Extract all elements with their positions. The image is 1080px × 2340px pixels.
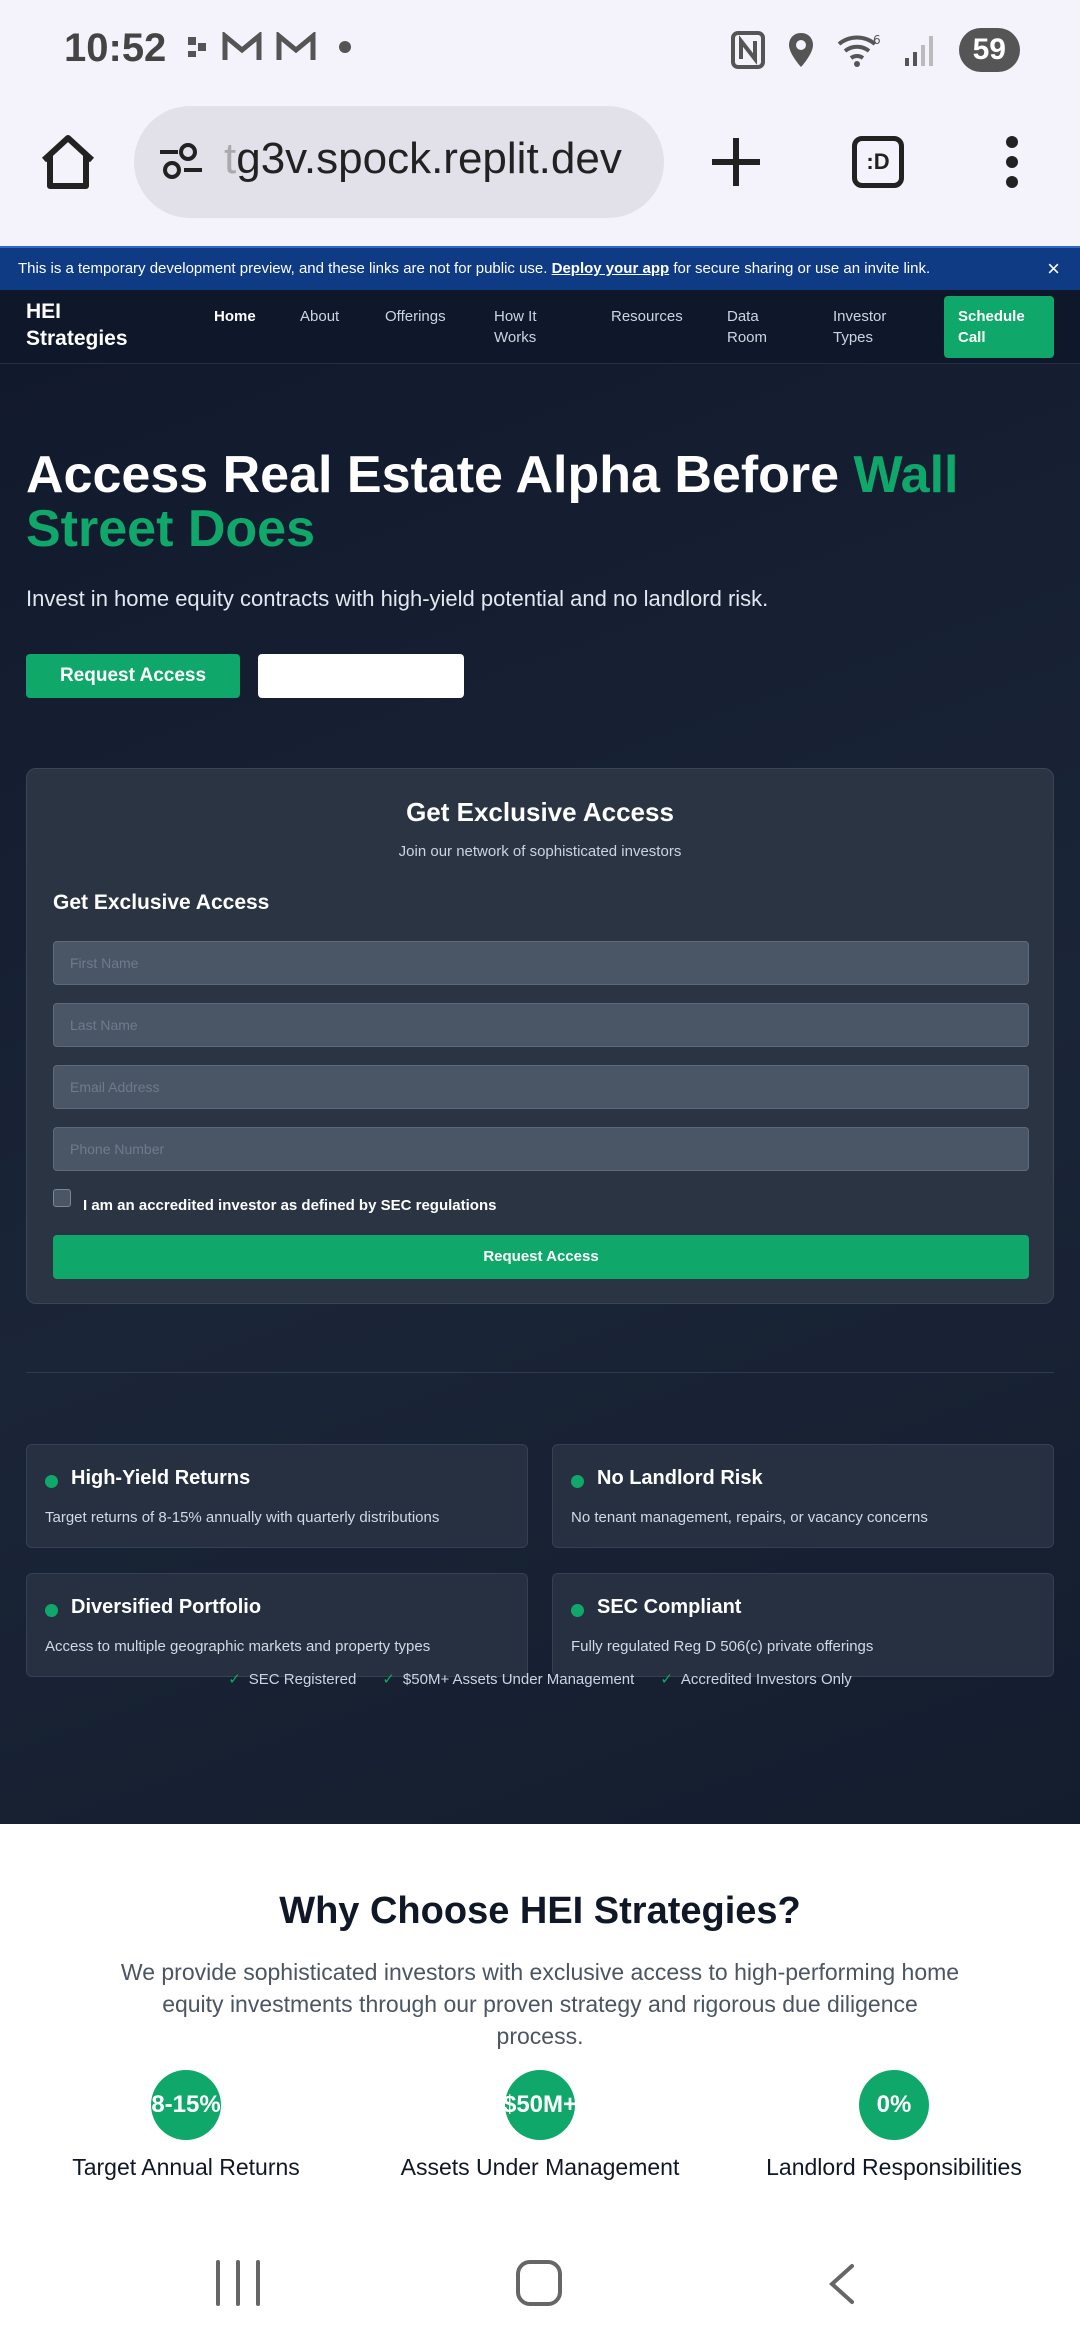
feature-card: Diversified Portfolio Access to multiple… [26,1573,528,1677]
bullet-dot-icon [45,1604,58,1617]
trust-item: ✓ $50M+ Assets Under Management [382,1670,634,1688]
notification-icons [186,32,360,62]
check-icon: ✓ [660,1671,673,1688]
section-subtitle: We provide sophisticated investors with … [120,1959,960,2049]
trust-item-label: Accredited Investors Only [680,1671,852,1688]
system-icons: 6 59 [730,28,1020,72]
nav-link-investor-types[interactable]: Investor Types [833,306,903,348]
trust-item-label: SEC Registered [248,1671,357,1688]
back-icon[interactable] [822,2262,862,2306]
tab-switcher-button[interactable]: :D [852,136,904,188]
trust-item: ✓ Accredited Investors Only [660,1670,851,1688]
stat-item: 8-15% Target Annual Returns [16,2070,356,2181]
brand-logo[interactable]: HEI Strategies [26,298,146,352]
divider [26,1372,1054,1373]
url-text: tg3v.spock.replit.dev [224,134,654,184]
secondary-hero-button[interactable] [258,654,464,698]
stat-item: 0% Landlord Responsibilities [724,2070,1064,2181]
stat-label: Target Annual Returns [72,2154,300,2180]
accredited-checkbox-label[interactable]: I am an accredited investor as defined b… [83,1197,496,1214]
feature-title: No Landlord Risk [597,1467,763,1489]
form-heading: Get Exclusive Access [53,891,270,914]
close-icon[interactable]: × [1047,256,1060,282]
new-tab-icon[interactable] [708,134,764,190]
trust-item-label: $50M+ Assets Under Management [402,1671,635,1688]
why-choose-section: Why Choose HEI Strategies? We provide so… [0,1824,1080,2224]
feature-title: Diversified Portfolio [71,1596,262,1618]
browser-toolbar: tg3v.spock.replit.dev :D [0,100,1080,246]
clock: 10:52 [64,26,167,70]
dot-icon [339,41,351,53]
phone-field[interactable] [53,1127,1029,1171]
stat-item: $50M+ Assets Under Management [370,2070,710,2181]
gmail-icon [276,32,316,60]
svg-text:6: 6 [873,33,881,47]
nav-link-home[interactable]: Home [214,306,256,327]
address-bar[interactable]: tg3v.spock.replit.dev [134,106,664,218]
form-card-title: Get Exclusive Access [406,797,674,827]
hero-title: Access Real Estate Alpha Before Wall Str… [26,448,1036,556]
home-icon[interactable] [36,130,100,194]
banner-text-before: This is a temporary development preview,… [18,260,548,277]
access-form-card: Get Exclusive Access Join our network of… [26,768,1054,1304]
hero-section: Access Real Estate Alpha Before Wall Str… [0,364,1080,1824]
feature-description: No tenant management, repairs, or vacanc… [571,1509,928,1526]
notification-icon [188,37,206,57]
feature-description: Fully regulated Reg D 506(c) private off… [571,1638,874,1655]
nav-link-about[interactable]: About [300,306,339,327]
form-submit-button[interactable]: Request Access [53,1235,1029,1279]
bullet-dot-icon [571,1475,584,1488]
feature-description: Target returns of 8-15% annually with qu… [45,1509,440,1526]
feature-title: High-Yield Returns [71,1467,251,1489]
signal-icon [904,36,933,66]
gmail-icon [222,32,262,60]
site-settings-icon[interactable] [156,136,206,186]
system-nav-bar [0,2224,1080,2340]
recent-apps-icon[interactable] [216,2260,260,2306]
stat-label: Assets Under Management [400,2154,680,2180]
feature-title: SEC Compliant [597,1596,742,1618]
home-button-icon[interactable] [516,2260,562,2306]
email-field[interactable] [53,1065,1029,1109]
url-main-text: g3v.spock.replit.dev [236,134,622,183]
feature-card: High-Yield Returns Target returns of 8-1… [26,1444,528,1548]
trust-indicators: ✓ SEC Registered ✓ $50M+ Assets Under Mana… [0,1670,1080,1688]
url-faded-text: t [224,134,237,183]
nfc-icon [730,31,765,69]
feature-card: No Landlord Risk No tenant management, r… [552,1444,1054,1548]
nav-link-offerings[interactable]: Offerings [385,306,446,327]
hero-title-main: Access Real Estate Alpha Before [26,446,854,504]
stat-badge: $50M+ [503,2070,577,2140]
trust-item: ✓ SEC Registered [228,1670,356,1688]
more-menu-icon[interactable] [1004,134,1020,190]
hero-subtitle: Invest in home equity contracts with hig… [26,586,769,611]
location-icon [788,33,813,67]
request-access-button[interactable]: Request Access [26,654,240,698]
wifi-icon: 6 [837,33,881,67]
stat-badge: 0% [859,2070,929,2140]
banner-text-after: for secure sharing or use an invite link… [673,260,931,277]
last-name-field[interactable] [53,1003,1029,1047]
section-title: Why Choose HEI Strategies? [279,1890,801,1932]
feature-description: Access to multiple geographic markets an… [45,1638,431,1655]
status-bar: 10:52 6 59 [0,0,1080,100]
dev-preview-banner: This is a temporary development preview,… [0,246,1080,290]
site-nav: HEI Strategies Home About Offerings How … [0,290,1080,364]
feature-card: SEC Compliant Fully regulated Reg D 506(… [552,1573,1054,1677]
deploy-link[interactable]: Deploy your app [552,260,670,277]
form-card-subtitle: Join our network of sophisticated invest… [398,843,682,860]
battery-indicator: 59 [958,28,1020,72]
stat-badge: 8-15% [151,2070,221,2140]
check-icon: ✓ [228,1671,241,1688]
nav-link-data-room[interactable]: Data Room [727,306,777,348]
accredited-checkbox[interactable] [53,1189,71,1207]
nav-link-resources[interactable]: Resources [611,306,683,327]
schedule-call-button[interactable]: Schedule Call [944,296,1054,358]
first-name-field[interactable] [53,941,1029,985]
check-icon: ✓ [382,1671,395,1688]
bullet-dot-icon [571,1604,584,1617]
nav-link-how-it-works[interactable]: How It Works [494,306,564,348]
bullet-dot-icon [45,1475,58,1488]
stat-label: Landlord Responsibilities [766,2154,1022,2180]
